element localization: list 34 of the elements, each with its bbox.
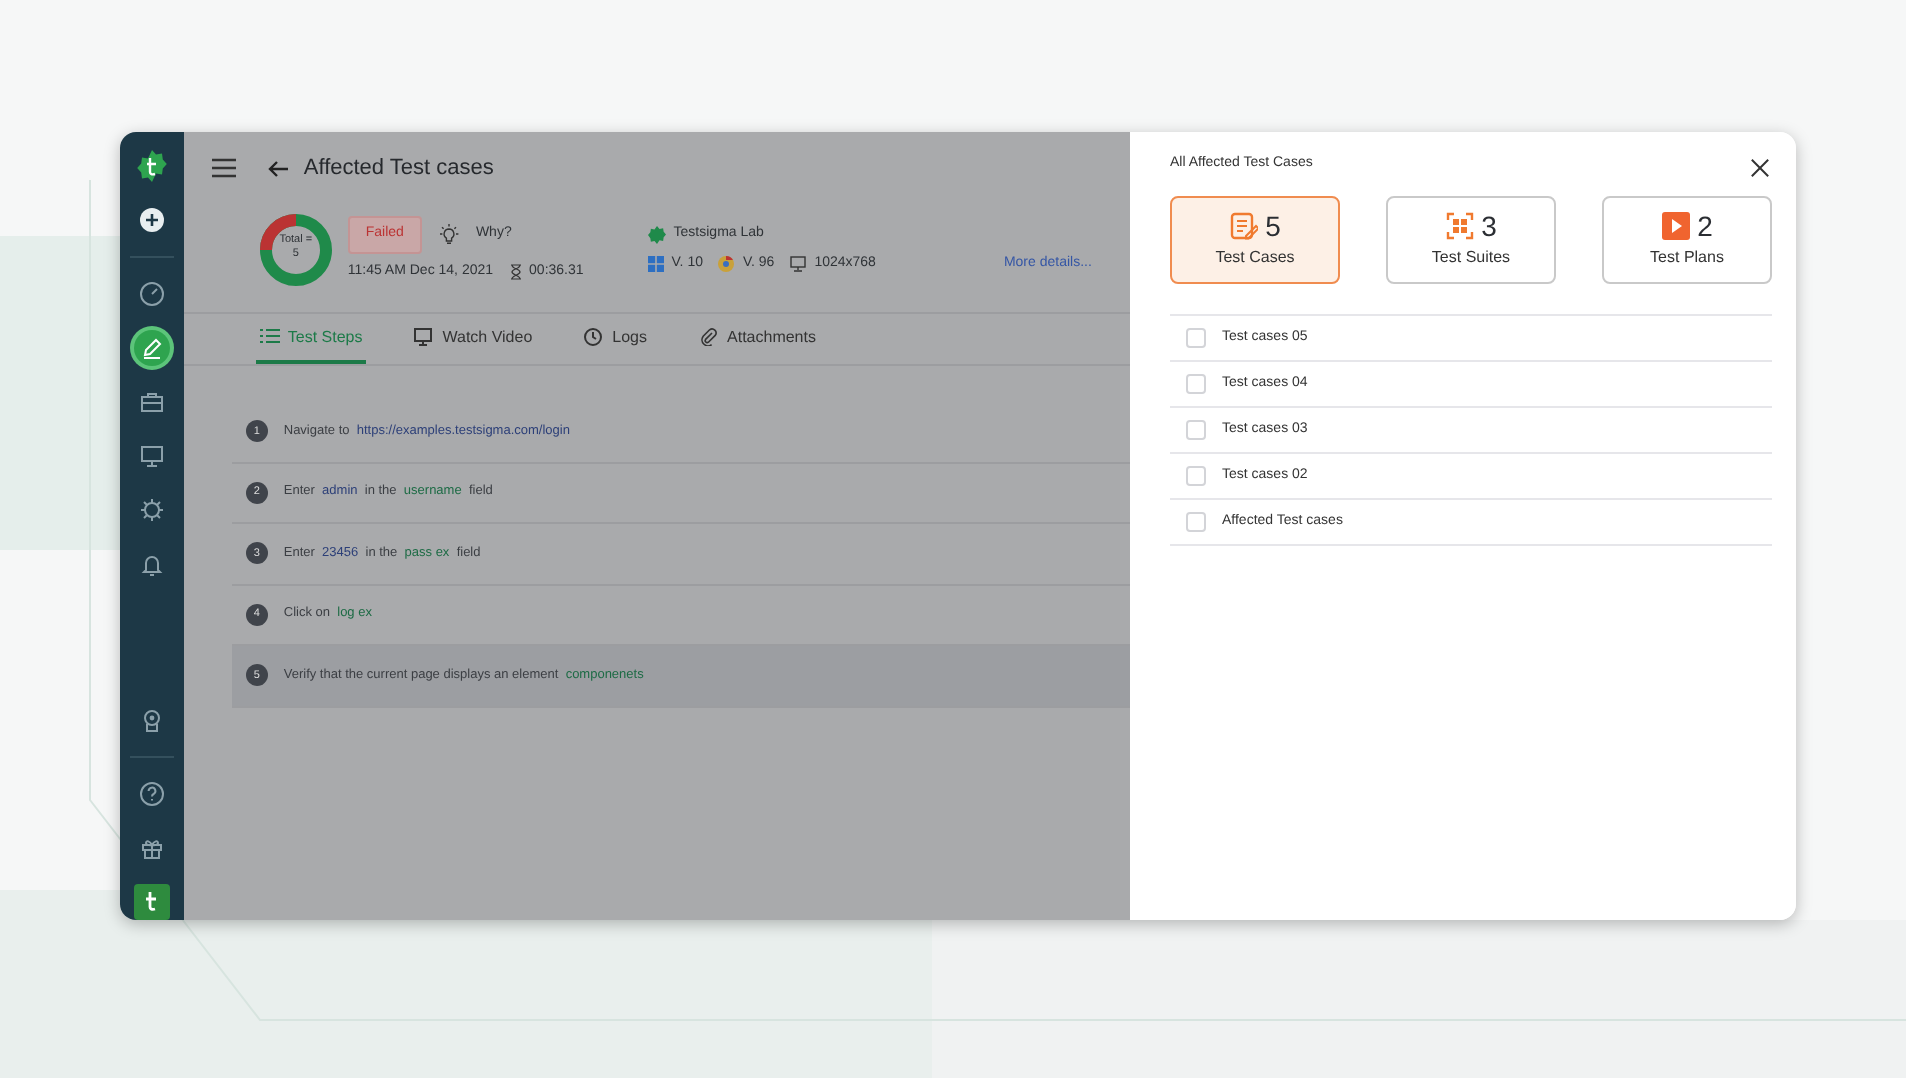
summary-card[interactable]: 5 Test Cases (1170, 196, 1340, 284)
paperclip-icon (699, 328, 720, 346)
tab[interactable]: Logs (580, 314, 652, 364)
checkbox[interactable] (1186, 512, 1206, 532)
logo-icon (133, 884, 170, 920)
summary-card[interactable]: 2 Test Plans (1602, 196, 1772, 284)
checkbox[interactable] (1186, 374, 1206, 394)
hourglass-icon (509, 263, 522, 280)
notepad-icon (1229, 211, 1258, 239)
list-icon (259, 328, 280, 346)
page-title: Affected Test cases (303, 154, 494, 184)
tab[interactable]: Watch Video (410, 314, 537, 364)
back-arrow-icon[interactable] (267, 159, 288, 178)
monitor-icon (414, 328, 435, 346)
logo-button[interactable] (133, 884, 170, 920)
monitor-icon (790, 255, 807, 272)
clock-icon (584, 328, 605, 346)
menu-icon[interactable] (211, 158, 236, 179)
lightbulb-icon (437, 223, 460, 246)
checkbox[interactable] (1186, 328, 1206, 348)
pencil-button[interactable] (133, 330, 170, 366)
play-icon (1661, 211, 1690, 239)
checkbox[interactable] (1186, 420, 1206, 440)
grid-icon (1445, 211, 1474, 239)
summary-card[interactable]: 3 Test Suites (1386, 196, 1556, 284)
donut-graph (255, 209, 336, 289)
close-button[interactable] (1746, 154, 1772, 180)
lab-logo-icon (647, 225, 666, 244)
windows-icon (647, 255, 664, 272)
tab[interactable]: Attachments (695, 314, 820, 364)
browser-icon (718, 255, 735, 272)
logo-icon (133, 148, 170, 184)
checkbox[interactable] (1186, 466, 1206, 486)
logo-button[interactable] (133, 148, 170, 184)
